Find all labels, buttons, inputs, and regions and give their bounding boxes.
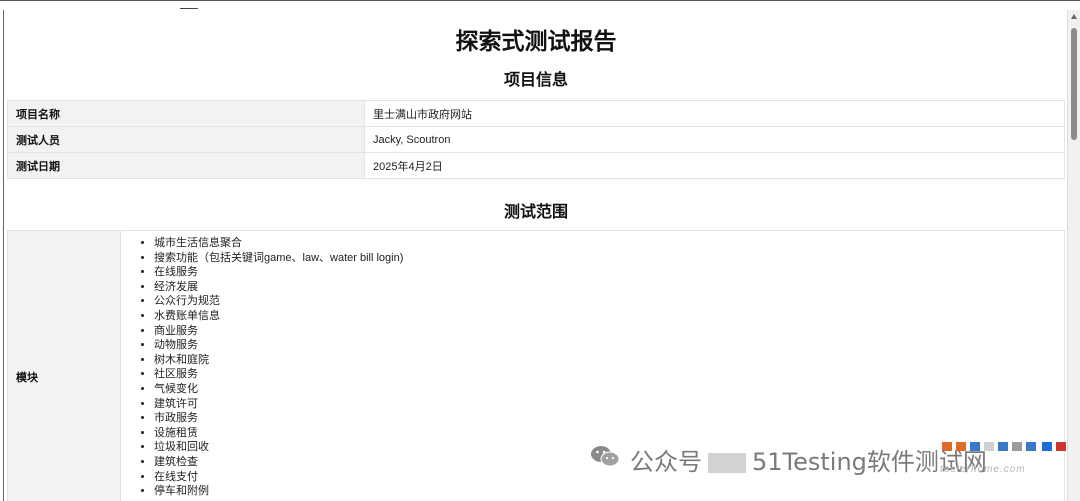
test-date-value: 2025年4月2日	[364, 152, 1065, 179]
list-item: 城市生活信息聚合	[154, 236, 403, 251]
modules-label: 模块	[16, 372, 38, 384]
list-item: 水费账单信息	[154, 309, 403, 324]
wechat-icon	[591, 446, 620, 467]
table-row: 测试日期 2025年4月2日	[7, 152, 1065, 179]
tray-icon	[970, 442, 980, 451]
list-item: 搜索功能（包括关键词game、law、water bill login)	[154, 251, 403, 266]
testers-value: Jacky, Scoutron	[364, 126, 1065, 153]
scope-label-cell: 模块	[8, 231, 121, 501]
list-item: 商业服务	[154, 324, 403, 339]
list-item: 在线服务	[154, 265, 403, 280]
list-item: 建筑许可	[154, 397, 403, 412]
table-row: 测试人员 Jacky, Scoutron	[7, 126, 1065, 153]
tray-icon	[1026, 442, 1036, 451]
top-edge-mark	[180, 8, 198, 9]
windows-icon	[1042, 442, 1052, 451]
project-info-heading: 项目信息	[503, 72, 568, 89]
list-item: 气候变化	[154, 382, 403, 397]
testers-label: 测试人员	[7, 126, 365, 153]
test-date-label: 测试日期	[7, 152, 365, 179]
list-item: 经济发展	[154, 280, 403, 295]
list-item: 在线支付	[154, 470, 403, 485]
test-scope-heading: 测试范围	[503, 204, 568, 221]
blurred-block	[708, 453, 746, 473]
watermark-text: 公众号 51Testing软件测试网	[630, 442, 987, 477]
list-item: 市政服务	[154, 411, 403, 426]
list-item: 社区服务	[154, 367, 403, 382]
watermark-prefix: 公众号	[630, 448, 702, 476]
list-item: 设施租赁	[154, 426, 403, 441]
list-item: 停车和附例	[154, 484, 403, 499]
list-item: 公众行为规范	[154, 294, 403, 309]
vertical-scrollbar[interactable]	[1067, 10, 1080, 501]
list-item: 建筑检查	[154, 455, 403, 470]
project-name-label: 项目名称	[7, 100, 365, 127]
tray-icon	[1056, 442, 1066, 451]
list-item: 垃圾和回收	[154, 440, 403, 455]
list-item: 树木和庭院	[154, 353, 403, 368]
module-list: 城市生活信息聚合 搜索功能（包括关键词game、law、water bill l…	[120, 236, 403, 499]
project-name-value: 里士满山市政府网站	[364, 100, 1065, 127]
tray-icon	[942, 442, 952, 451]
watermark-subtext: testerhome.com	[940, 464, 1026, 475]
table-row: 项目名称 里士满山市政府网站	[7, 100, 1065, 127]
scroll-up-arrow-icon[interactable]	[1071, 14, 1077, 19]
taskbar-tray-icons	[938, 436, 1070, 456]
report-title: 探索式测试报告	[455, 28, 617, 54]
tray-icon	[1012, 442, 1022, 451]
list-item: 动物服务	[154, 338, 403, 353]
tray-icon	[984, 442, 994, 451]
tray-icon	[998, 442, 1008, 451]
scrollbar-thumb[interactable]	[1071, 28, 1077, 140]
report-page: 探索式测试报告 项目信息 项目名称 里士满山市政府网站 测试人员 Jacky, …	[3, 10, 1068, 501]
project-info-table: 项目名称 里士满山市政府网站 测试人员 Jacky, Scoutron 测试日期…	[7, 100, 1065, 179]
tray-icon	[956, 442, 966, 451]
